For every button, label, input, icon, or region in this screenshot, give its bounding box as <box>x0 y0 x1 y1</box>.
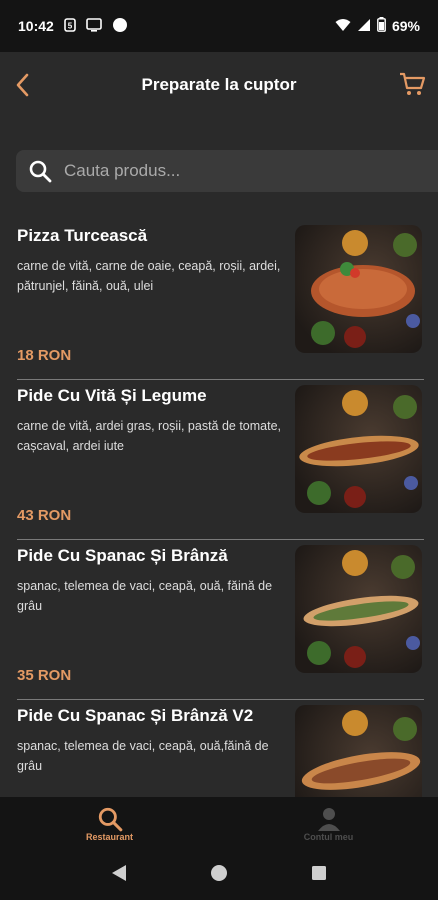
page-title: Preparate la cuptor <box>141 75 297 94</box>
product-list: Pizza Turcească carne de vită, carne de … <box>0 220 438 797</box>
search-icon <box>98 807 122 831</box>
product-name: Pide Cu Spanac Și Brânză V2 <box>17 706 254 725</box>
status-bar: 10:42 5 69% <box>0 0 438 52</box>
svg-text:5: 5 <box>68 21 73 30</box>
system-nav-bar <box>0 850 438 900</box>
pizza-image-icon <box>311 230 420 348</box>
signal-icon <box>357 18 371 35</box>
product-item[interactable]: Pide Cu Vită Și Legume carne de vită, ar… <box>0 380 438 540</box>
product-image[interactable] <box>295 545 422 673</box>
product-image[interactable] <box>295 225 422 353</box>
nav-account[interactable]: Contul meu <box>219 797 438 850</box>
cart-icon <box>400 72 426 95</box>
back-nav-button[interactable] <box>111 864 127 887</box>
search-bar[interactable] <box>16 150 438 192</box>
search-icon <box>29 160 52 183</box>
circle-home-icon <box>210 864 227 881</box>
product-price: 43 RON <box>17 507 72 524</box>
back-button[interactable] <box>10 71 38 99</box>
product-price: 18 RON <box>17 347 72 364</box>
chevron-left-icon <box>16 73 29 97</box>
circle-icon <box>112 17 128 36</box>
bottom-nav: Restaurant Contul meu <box>0 797 438 850</box>
pide-image-icon <box>299 390 419 508</box>
product-item[interactable]: Pizza Turcească carne de vită, carne de … <box>0 220 438 380</box>
triangle-back-icon <box>112 864 127 881</box>
square-recents-icon <box>311 865 326 880</box>
wifi-icon <box>335 18 351 35</box>
product-description: carne de vită, carne de oaie, ceapă, roș… <box>17 259 281 293</box>
product-description: spanac, telemea de vaci, ceapă, ouă, făi… <box>17 579 273 613</box>
recents-nav-button[interactable] <box>311 865 327 886</box>
product-item[interactable]: Pide Cu Spanac Și Brânză V2 spanac, tele… <box>0 700 438 797</box>
pide-image-icon <box>301 710 421 790</box>
battery-icon <box>377 17 386 35</box>
product-description: carne de vită, ardei gras, roșii, pastă … <box>17 419 282 453</box>
nav-restaurant[interactable]: Restaurant <box>0 797 219 850</box>
app-bar: Preparate la cuptor <box>0 52 438 118</box>
nav-label: Restaurant <box>85 831 133 842</box>
cart-button[interactable] <box>398 70 426 98</box>
notification-s-icon: 5 <box>64 17 76 35</box>
product-name: Pide Cu Spanac Și Brânză <box>17 546 228 565</box>
product-image[interactable] <box>295 385 422 513</box>
product-price: 35 RON <box>17 667 72 684</box>
person-icon <box>317 807 340 831</box>
status-time: 10:42 <box>18 18 54 34</box>
nav-label: Contul meu <box>303 831 354 842</box>
battery-level: 69% <box>391 18 420 34</box>
product-name: Pizza Turcească <box>17 226 148 245</box>
search-input[interactable] <box>64 161 364 181</box>
home-nav-button[interactable] <box>210 864 228 887</box>
cast-icon <box>86 17 102 35</box>
product-image[interactable] <box>295 705 422 797</box>
pide-image-icon <box>303 550 420 668</box>
app-screen: Preparate la cuptor Pizza Turcească carn… <box>0 52 438 797</box>
product-item[interactable]: Pide Cu Spanac Și Brânză spanac, telemea… <box>0 540 438 700</box>
product-name: Pide Cu Vită Și Legume <box>17 386 207 405</box>
product-description: spanac, telemea de vaci, ceapă, ouă,făin… <box>17 739 269 773</box>
